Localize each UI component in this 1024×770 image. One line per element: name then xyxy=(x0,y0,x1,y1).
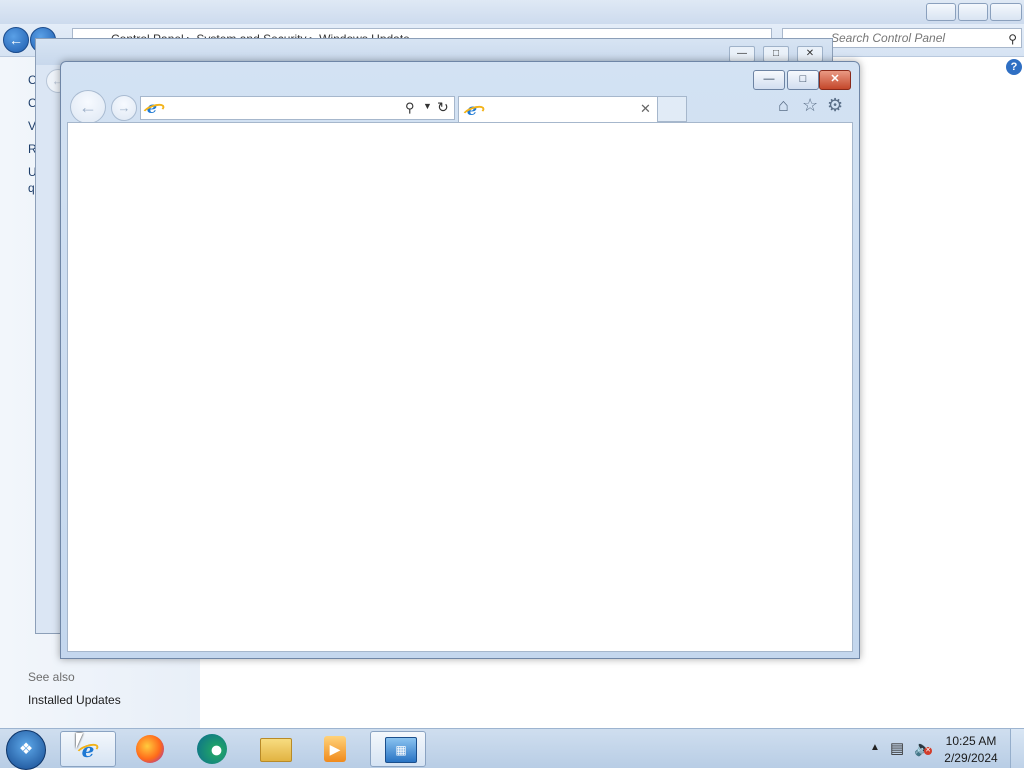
internet-explorer-window: — □ ✕ ← → e ⚲ ▼ ↻ e ✕ ⌂ ☆ ⚙ xyxy=(60,61,860,659)
edge-icon xyxy=(197,734,227,764)
taskbar: ❖ e ▶ ▦ ▲ ▤ 🔈 ✕ 10:25 AM 2/29/2024 xyxy=(0,728,1024,770)
clock-time[interactable]: 10:25 AM xyxy=(940,734,1002,748)
restore-button[interactable]: □ xyxy=(763,46,789,62)
taskbar-item-edge[interactable] xyxy=(183,731,239,767)
control-panel-icon: ▦ xyxy=(385,737,417,763)
gear-icon[interactable]: ⚙ xyxy=(827,95,843,116)
media-player-icon: ▶ xyxy=(324,736,346,762)
help-icon[interactable]: ? xyxy=(1006,59,1022,75)
control-panel-titlebar xyxy=(0,0,1024,24)
search-icon[interactable]: ⚲ xyxy=(1008,30,1017,48)
chevron-down-icon[interactable]: ▼ xyxy=(423,101,432,111)
ie-logo-icon: e xyxy=(464,102,480,118)
firefox-icon xyxy=(136,735,164,763)
clock-date[interactable]: 2/29/2024 xyxy=(940,751,1002,765)
back-arrow-icon[interactable]: ← xyxy=(3,27,29,53)
address-bar[interactable]: e ⚲ ▼ ↻ xyxy=(140,96,455,120)
taskbar-item-control-panel[interactable]: ▦ xyxy=(370,731,426,767)
search-placeholder: Search Control Panel xyxy=(831,31,946,45)
installed-updates-link[interactable]: Installed Updates xyxy=(28,693,121,707)
minimize-button[interactable] xyxy=(926,3,956,21)
close-button[interactable]: ✕ xyxy=(819,70,851,90)
back-arrow-icon[interactable]: ← xyxy=(70,90,106,124)
browser-content-area[interactable] xyxy=(67,122,853,652)
taskbar-item-media-player[interactable]: ▶ xyxy=(306,731,362,767)
home-icon[interactable]: ⌂ xyxy=(778,95,789,116)
taskbar-item-windows-explorer[interactable] xyxy=(246,731,302,767)
mute-icon: ✕ xyxy=(924,747,932,755)
network-icon[interactable]: ▤ xyxy=(890,739,904,757)
sidebar-link[interactable]: q xyxy=(28,181,35,195)
close-icon[interactable]: ✕ xyxy=(640,101,651,117)
mouse-pointer-icon xyxy=(76,733,90,749)
folder-icon xyxy=(260,738,292,762)
start-button[interactable]: ❖ xyxy=(6,730,46,770)
minimize-button[interactable]: — xyxy=(753,70,785,90)
close-button[interactable] xyxy=(990,3,1022,21)
search-icon[interactable]: ⚲ xyxy=(405,100,415,116)
forward-arrow-icon[interactable]: → xyxy=(111,95,137,121)
ie-logo-icon: e xyxy=(144,100,160,116)
minimize-button[interactable]: — xyxy=(729,46,755,62)
address-input[interactable] xyxy=(163,99,397,119)
star-icon[interactable]: ☆ xyxy=(802,95,818,116)
restore-button[interactable] xyxy=(958,3,988,21)
new-tab-button[interactable] xyxy=(658,96,687,122)
chevron-up-icon[interactable]: ▲ xyxy=(870,742,880,753)
browser-tab[interactable]: e ✕ xyxy=(458,96,658,122)
restore-button[interactable]: □ xyxy=(787,70,819,90)
close-button[interactable]: ✕ xyxy=(797,46,823,62)
refresh-icon[interactable]: ↻ xyxy=(437,99,449,116)
see-also-heading: See also xyxy=(28,670,75,684)
taskbar-item-firefox[interactable] xyxy=(120,731,176,767)
show-desktop-button[interactable] xyxy=(1010,729,1024,768)
